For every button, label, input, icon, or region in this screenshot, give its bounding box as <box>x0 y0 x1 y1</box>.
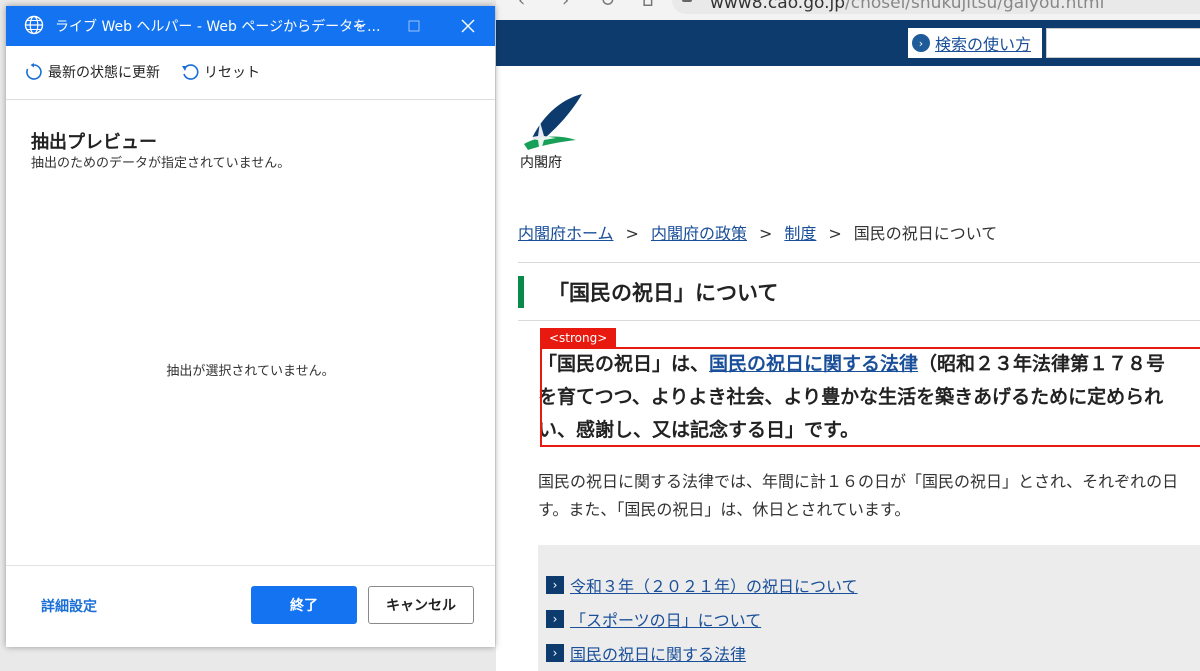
minimize-button[interactable] <box>335 6 383 46</box>
close-button[interactable] <box>444 6 492 46</box>
logo-text: 内閣府 <box>520 155 562 171</box>
url-text: www8.cao.go.jp/chosei/shukujitsu/gaiyou.… <box>710 0 1104 13</box>
list-item[interactable]: › 令和３年（２０２１年）の祝日について <box>546 573 858 597</box>
arrow-right-icon: › <box>546 610 564 628</box>
address-bar: ‹ › ↻ ⌂ www8.cao.go.jp/chosei/shukujitsu… <box>496 0 1200 20</box>
home-icon[interactable]: ⌂ <box>642 0 653 11</box>
arrow-right-icon: › <box>546 576 564 594</box>
breadcrumb-home[interactable]: 内閣府ホーム <box>518 224 614 243</box>
finish-button[interactable]: 終了 <box>251 586 357 624</box>
breadcrumb: 内閣府ホーム > 内閣府の政策 > 制度 > 国民の祝日について <box>518 220 997 244</box>
element-highlight-tag: <strong> <box>540 328 617 348</box>
site-search-input[interactable] <box>1046 28 1200 58</box>
link-sports-day[interactable]: 「スポーツの日」について <box>570 607 761 631</box>
breadcrumb-system[interactable]: 制度 <box>784 224 816 243</box>
arrow-right-icon: › <box>546 644 564 662</box>
link-holidays-2021[interactable]: 令和３年（２０２１年）の祝日について <box>570 573 858 597</box>
lock-icon <box>682 0 692 2</box>
divider <box>6 565 495 566</box>
reload-icon[interactable]: ↻ <box>600 0 615 11</box>
body-paragraph: 国民の祝日に関する法律では、年間に計１６の日が「国民の祝日」とされ、それぞれの日… <box>538 468 1200 524</box>
maximize-icon <box>408 20 420 32</box>
title-bar: ライブ Web ヘルパー - Web ページからデータを... <box>6 6 495 46</box>
paragraph-line1: 国民の祝日に関する法律では、年間に計１６の日が「国民の祝日」とされ、それぞれの日 <box>538 472 1179 491</box>
breadcrumb-policy[interactable]: 内閣府の政策 <box>651 224 747 243</box>
back-icon[interactable]: ‹ <box>518 0 525 11</box>
empty-state-message: 抽出が選択されていません。 <box>166 364 335 379</box>
globe-icon <box>24 15 44 35</box>
link-holiday-law[interactable]: 国民の祝日に関する法律 <box>570 641 746 665</box>
forward-icon[interactable]: › <box>562 0 569 11</box>
reset-label: リセット <box>204 65 260 81</box>
heading-accent-bar <box>518 276 524 308</box>
preview-subtitle: 抽出のためのデータが指定されていません。 <box>31 156 291 171</box>
live-web-helper-dialog: ライブ Web ヘルパー - Web ページからデータを... 最新の状態に更新… <box>6 6 495 647</box>
breadcrumb-separator: > <box>758 224 773 243</box>
divider <box>518 320 1200 321</box>
search-help-link[interactable]: 検索の使い方 <box>935 31 1031 55</box>
page-title: 「国民の祝日」について <box>548 281 779 305</box>
paragraph-line2: す。また、「国民の祝日」は、休日とされています。 <box>538 500 911 519</box>
chevron-right-icon: › <box>912 34 930 52</box>
refresh-button[interactable]: 最新の状態に更新 <box>25 62 160 82</box>
advanced-settings-link[interactable]: 詳細設定 <box>41 596 97 616</box>
list-item[interactable]: › 「スポーツの日」について <box>546 607 761 631</box>
search-help[interactable]: › 検索の使い方 <box>908 28 1042 58</box>
element-highlight-box <box>540 347 1200 447</box>
reset-button[interactable]: リセット <box>181 62 260 82</box>
breadcrumb-current: 国民の祝日について <box>853 224 998 243</box>
minimize-icon <box>354 25 364 27</box>
site-header: › 検索の使い方 <box>496 20 1200 66</box>
window-title: ライブ Web ヘルパー - Web ページからデータを... <box>55 19 381 35</box>
url-path: /chosei/shukujitsu/gaiyou.html <box>845 0 1105 13</box>
refresh-icon <box>26 63 42 80</box>
breadcrumb-separator: > <box>625 224 639 243</box>
maximize-button[interactable] <box>390 6 438 46</box>
browser-window: ‹ › ↻ ⌂ www8.cao.go.jp/chosei/shukujitsu… <box>496 0 1200 671</box>
undo-icon <box>182 64 199 80</box>
refresh-label: 最新の状態に更新 <box>48 65 160 81</box>
close-icon <box>461 19 475 33</box>
toolbar: 最新の状態に更新 リセット <box>6 46 495 100</box>
url-host: www8.cao.go.jp <box>710 0 846 13</box>
divider <box>518 262 1200 263</box>
breadcrumb-separator: > <box>828 224 842 243</box>
preview-title: 抽出プレビュー <box>31 132 157 153</box>
list-item[interactable]: › 国民の祝日に関する法律 <box>546 641 746 665</box>
related-links-box: › 令和３年（２０２１年）の祝日について › 「スポーツの日」について › 国民… <box>538 545 1200 671</box>
cancel-button[interactable]: キャンセル <box>368 586 474 624</box>
